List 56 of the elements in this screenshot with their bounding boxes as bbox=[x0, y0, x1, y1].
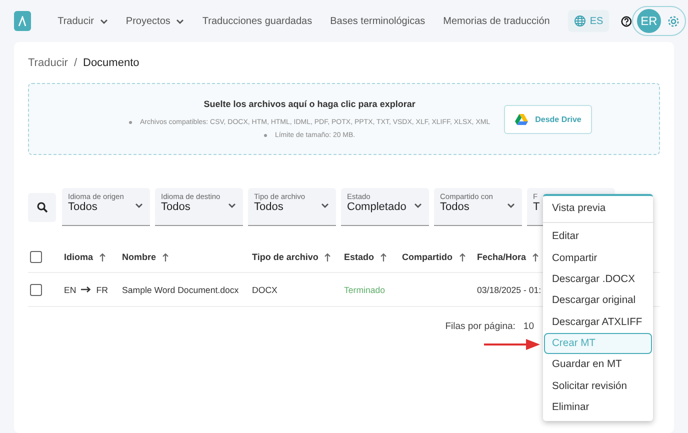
sort-arrow-icon[interactable] bbox=[380, 252, 388, 262]
drive-icon bbox=[515, 114, 528, 124]
menu-item[interactable]: Guardar en MT bbox=[544, 354, 652, 376]
rows-per-page-label: Filas por página: bbox=[445, 321, 516, 332]
column-header[interactable]: Idioma bbox=[64, 252, 94, 262]
column-header[interactable]: Fecha/Hora bbox=[477, 252, 526, 262]
rows-per-page-select[interactable]: 10 bbox=[523, 321, 534, 332]
menu-item[interactable]: Eliminar bbox=[544, 396, 652, 418]
drop-zone-title: Suelte los archivos aquí o haga clic para explorar bbox=[204, 99, 416, 109]
table-cell-text: 03/18/2025 - 01: bbox=[477, 284, 542, 294]
table-cell: EN bbox=[64, 284, 76, 294]
sort-arrow-icon[interactable] bbox=[99, 252, 106, 262]
menu-item[interactable]: Editar bbox=[544, 226, 652, 248]
bullet-icon bbox=[129, 121, 132, 124]
nav-menu-item[interactable]: Traducir bbox=[58, 16, 94, 26]
search-button[interactable] bbox=[28, 192, 56, 222]
select-all-checkbox[interactable] bbox=[30, 251, 42, 263]
caret-icon bbox=[228, 203, 236, 208]
app-logo[interactable] bbox=[14, 11, 31, 31]
bullet-icon bbox=[264, 134, 267, 137]
nav-menu-item[interactable]: Traducciones guardadas bbox=[202, 16, 312, 26]
column-header[interactable]: Compartido bbox=[402, 252, 452, 262]
status-text: Terminado bbox=[344, 284, 386, 294]
caret-icon bbox=[321, 203, 329, 208]
table-cell-text: Sample Word Document.docx bbox=[122, 284, 240, 294]
caret-icon bbox=[507, 203, 515, 208]
help-icon[interactable] bbox=[621, 14, 632, 28]
menu-item[interactable]: Vista previa bbox=[544, 198, 652, 220]
sort-arrow-icon[interactable] bbox=[324, 252, 332, 262]
nav-menu-item[interactable]: Proyectos bbox=[126, 16, 170, 26]
table-cell-text: DOCX bbox=[252, 284, 278, 294]
menu-item[interactable]: Descargar original bbox=[544, 290, 652, 312]
breadcrumb-separator: / bbox=[74, 57, 77, 69]
sort-arrow-icon[interactable] bbox=[532, 252, 540, 262]
caret-icon bbox=[135, 203, 143, 208]
settings-icon[interactable] bbox=[667, 14, 680, 28]
caret-icon bbox=[414, 203, 422, 208]
arrow-right-icon bbox=[81, 286, 92, 293]
globe-icon bbox=[574, 15, 586, 27]
sort-arrow-icon[interactable] bbox=[458, 252, 466, 262]
annotation-arrow bbox=[484, 339, 540, 350]
menu-item[interactable]: Descargar .DOCX bbox=[544, 268, 652, 290]
breadcrumb-item: Documento bbox=[83, 57, 140, 69]
sort-arrow-icon[interactable] bbox=[162, 252, 170, 262]
breadcrumb-item[interactable]: Traducir bbox=[28, 57, 68, 69]
menu-item[interactable]: Solicitar revisión bbox=[544, 375, 652, 397]
column-header[interactable]: Tipo de archivo bbox=[252, 252, 318, 262]
row-checkbox[interactable] bbox=[30, 284, 42, 296]
search-icon bbox=[36, 202, 48, 212]
column-header[interactable]: Nombre bbox=[122, 252, 156, 262]
menu-item[interactable]: Compartir bbox=[544, 248, 652, 269]
column-header[interactable]: Estado bbox=[344, 252, 374, 262]
menu-item[interactable]: Descargar ATXLIFF bbox=[544, 311, 652, 333]
nav-menu-item[interactable]: Bases terminológicas bbox=[330, 16, 426, 26]
table-cell: FR bbox=[96, 284, 108, 294]
nav-menu-item[interactable]: Memorias de traducción bbox=[443, 16, 550, 26]
